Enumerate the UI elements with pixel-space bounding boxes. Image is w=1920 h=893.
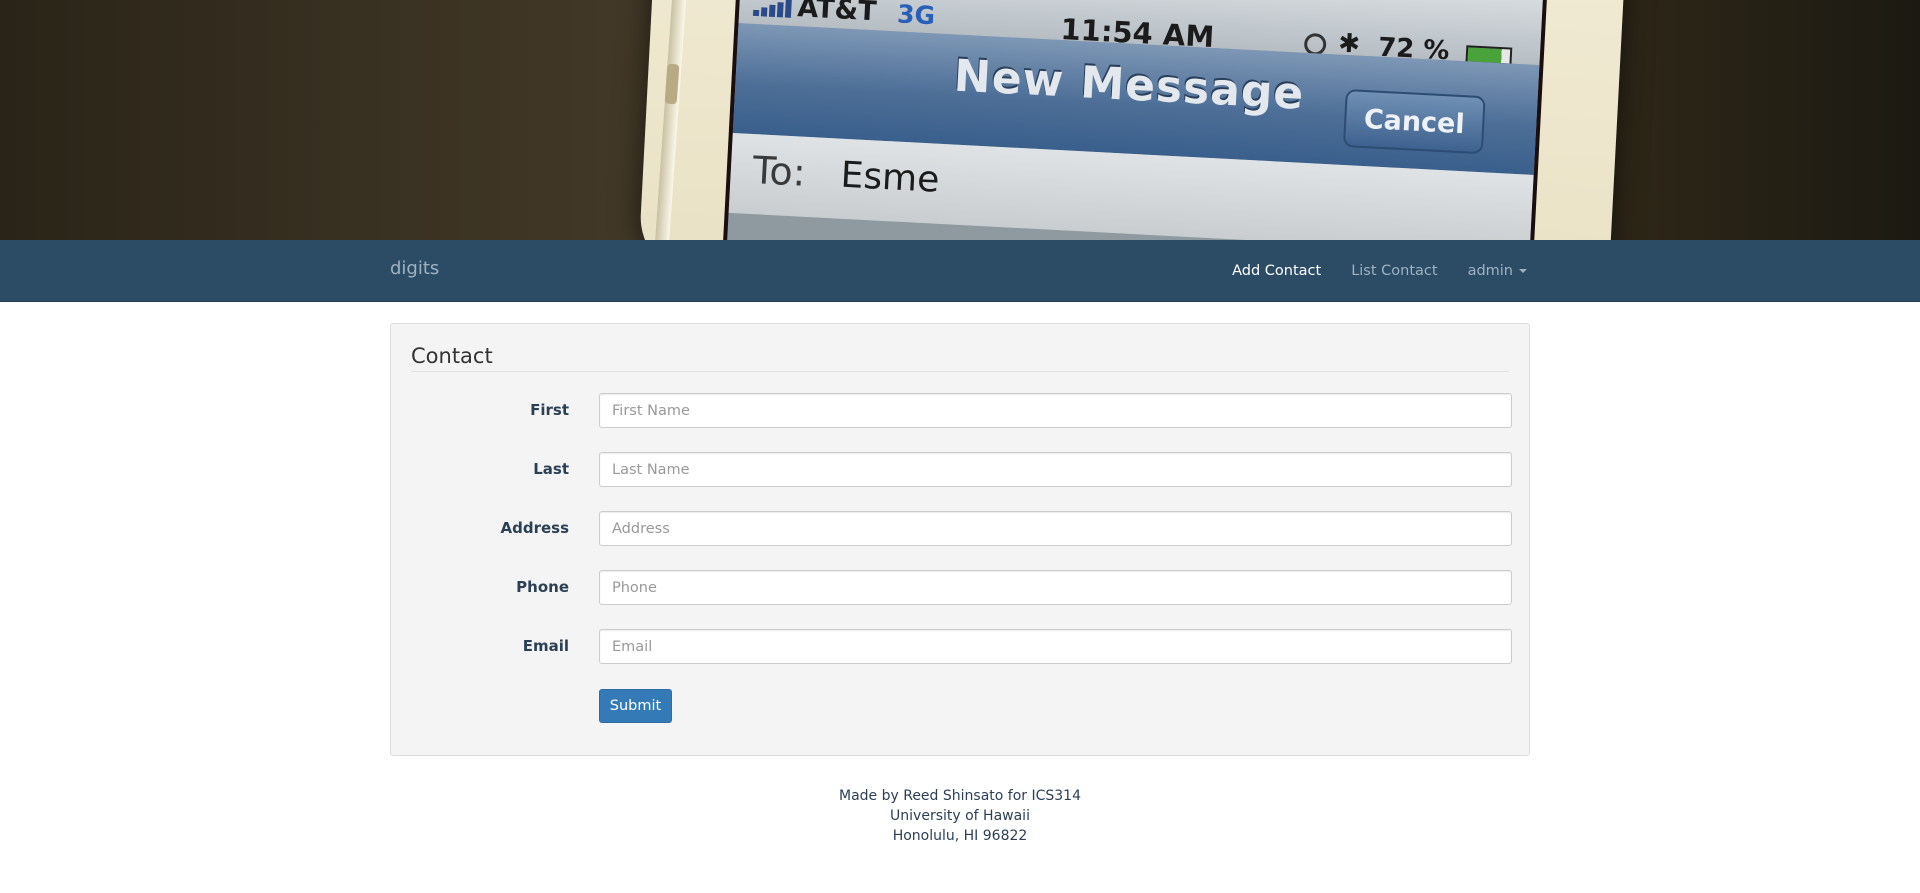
form-row-address: Address: [391, 511, 1531, 547]
footer-credit: Made by Reed Shinsato for ICS314: [838, 788, 1081, 804]
form-row-email: Email: [391, 629, 1531, 665]
contact-form-panel: Contact First Last Address Phone Email S…: [390, 323, 1530, 756]
network-type: 3G: [896, 0, 936, 31]
phone-to-label: To:: [751, 148, 807, 195]
page-footer: Made by Reed Shinsato for ICS314 Univers…: [0, 786, 1920, 846]
carrier-name: AT&T: [796, 0, 878, 28]
first-label: First: [530, 401, 569, 419]
caret-down-icon: [1519, 269, 1527, 273]
phone-screen-title: New Message: [952, 50, 1306, 120]
phone-label: Phone: [516, 578, 569, 596]
nav-add-contact[interactable]: Add Contact: [1232, 263, 1321, 279]
phone-input[interactable]: [599, 570, 1512, 605]
phone-to-value: Esme: [839, 154, 941, 201]
top-navbar: digits Add Contact List Contact admin: [0, 240, 1920, 302]
first-name-input[interactable]: [599, 393, 1512, 428]
address-input[interactable]: [599, 511, 1512, 546]
hero-image: AT&T 3G 11:54 AM ✱ 72 % New Message Canc…: [0, 0, 1920, 240]
nav-admin-dropdown[interactable]: admin: [1468, 263, 1527, 279]
admin-label: admin: [1467, 263, 1513, 279]
form-row-phone: Phone: [391, 570, 1531, 606]
form-row-last: Last: [391, 452, 1531, 488]
phone-screen: AT&T 3G 11:54 AM ✱ 72 % New Message Canc…: [722, 0, 1548, 240]
phone-cancel-button: Cancel: [1342, 88, 1486, 155]
form-row-first: First: [391, 393, 1531, 429]
nav-menu: Add Contact List Contact admin: [1202, 240, 1527, 302]
address-label: Address: [500, 519, 569, 537]
signal-icon: [752, 0, 792, 18]
submit-button[interactable]: Submit: [599, 689, 672, 723]
footer-university: University of Hawaii: [890, 808, 1030, 824]
brand-link[interactable]: digits: [390, 258, 439, 279]
email-input[interactable]: [599, 629, 1512, 664]
last-label: Last: [533, 460, 569, 478]
email-label: Email: [522, 637, 569, 655]
form-title: Contact: [411, 344, 1509, 372]
last-name-input[interactable]: [599, 452, 1512, 487]
nav-list-contact[interactable]: List Contact: [1351, 263, 1437, 279]
footer-address: Honolulu, HI 96822: [892, 828, 1028, 844]
